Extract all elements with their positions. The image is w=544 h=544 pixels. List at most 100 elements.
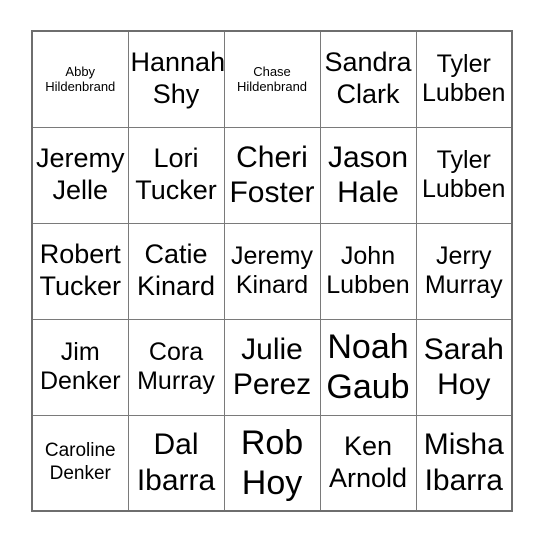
bingo-cell[interactable]: Ken Arnold: [319, 414, 417, 512]
bingo-grid: Abby Hildenbrand Hannah Shy Chase Hildenbrand…: [31, 30, 513, 512]
bingo-cell-last-name: Clark: [336, 79, 400, 110]
bingo-cell[interactable]: Robert Tucker: [31, 222, 129, 320]
bingo-cell-first-name: Robert: [39, 239, 121, 270]
bingo-cell-last-name: Foster: [229, 176, 315, 209]
bingo-cell-first-name: Jerry: [435, 241, 492, 270]
bingo-cell[interactable]: Abby Hildenbrand: [31, 30, 129, 128]
bingo-cell-last-name: Lubben: [326, 271, 410, 299]
bingo-cell-first-name: John: [340, 241, 396, 270]
bingo-cell[interactable]: Jason Hale: [319, 126, 417, 224]
bingo-cell-last-name: Murray: [137, 367, 215, 395]
bingo-cell[interactable]: Jerry Murray: [415, 222, 513, 320]
bingo-cell-first-name: Tyler: [436, 49, 491, 78]
bingo-cell-name: Cora Murray: [131, 338, 222, 397]
bingo-cell-name: Robert Tucker: [35, 239, 126, 303]
bingo-grid-body: Abby Hildenbrand Hannah Shy Chase Hildenbrand…: [31, 30, 513, 512]
bingo-cell-name: Noah Gaub: [323, 327, 414, 407]
bingo-cell[interactable]: John Lubben: [319, 222, 417, 320]
bingo-cell[interactable]: Cora Murray: [127, 318, 225, 416]
bingo-cell-last-name: Denker: [39, 367, 121, 395]
bingo-cell-last-name: Perez: [232, 368, 312, 401]
bingo-cell-name: Jim Denker: [35, 338, 126, 397]
bingo-cell-first-name: Sarah: [423, 332, 504, 366]
bingo-cell-first-name: Noah: [327, 327, 409, 366]
bingo-cell-last-name: Arnold: [328, 462, 408, 493]
bingo-cell[interactable]: Sarah Hoy: [415, 318, 513, 416]
bingo-cell[interactable]: Lori Tucker: [127, 126, 225, 224]
bingo-cell-last-name: Gaub: [326, 368, 410, 406]
bingo-row: Jeremy Jelle Lori Tucker Cheri Foster Jason Hal…: [31, 126, 513, 224]
bingo-cell-first-name: Jeremy: [231, 241, 313, 270]
bingo-cell-name: Julie Perez: [227, 332, 318, 403]
bingo-cell[interactable]: Chase Hildenbrand: [223, 30, 321, 128]
bingo-cell[interactable]: Jeremy Jelle: [31, 126, 129, 224]
bingo-cell-last-name: Jelle: [52, 175, 109, 205]
bingo-cell[interactable]: Hannah Shy: [127, 30, 225, 128]
bingo-cell-name: Jeremy Jelle: [35, 143, 126, 207]
bingo-cell-first-name: Jim: [60, 337, 100, 366]
bingo-cell-name: Abby Hildenbrand: [35, 64, 126, 95]
bingo-row: Abby Hildenbrand Hannah Shy Chase Hildenbrand…: [31, 30, 513, 128]
bingo-cell-last-name: Lubben: [422, 79, 506, 108]
bingo-cell[interactable]: Dal Ibarra: [127, 414, 225, 512]
bingo-cell-name: Jeremy Kinard: [227, 242, 318, 301]
bingo-cell-name: Tyler Lubben: [419, 146, 510, 205]
bingo-cell-last-name: Shy: [152, 79, 200, 110]
bingo-cell[interactable]: Tyler Lubben: [415, 30, 513, 128]
bingo-row: Robert Tucker Catie Kinard Jeremy Kinard John L…: [31, 222, 513, 320]
bingo-cell-name: Catie Kinard: [131, 239, 222, 303]
bingo-cell-first-name: Rob: [240, 423, 304, 462]
bingo-cell-name: Sandra Clark: [323, 47, 414, 111]
bingo-cell[interactable]: Caroline Denker: [31, 414, 129, 512]
bingo-cell-name: Sarah Hoy: [419, 332, 510, 403]
bingo-cell[interactable]: Tyler Lubben: [415, 126, 513, 224]
bingo-card: Abby Hildenbrand Hannah Shy Chase Hildenbrand…: [31, 30, 513, 512]
bingo-cell-name: Hannah Shy: [130, 47, 224, 111]
bingo-cell-name: Lori Tucker: [131, 143, 222, 207]
bingo-row: Jim Denker Cora Murray Julie Perez Noah Gaub Sar…: [31, 318, 513, 416]
bingo-cell-name: Jason Hale: [323, 140, 414, 211]
bingo-cell-first-name: Cora: [148, 337, 204, 366]
bingo-cell[interactable]: Cheri Foster: [223, 126, 321, 224]
bingo-cell[interactable]: Rob Hoy: [223, 414, 321, 512]
bingo-cell-last-name: Tucker: [39, 271, 121, 301]
bingo-cell-last-name: Murray: [424, 271, 503, 299]
bingo-cell-last-name: Hoy: [241, 463, 303, 502]
bingo-cell-first-name: Julie: [241, 332, 303, 366]
bingo-cell-first-name: Hannah: [130, 47, 224, 78]
bingo-cell-last-name: Denker: [49, 462, 111, 484]
bingo-cell-first-name: Catie: [144, 239, 208, 270]
bingo-cell[interactable]: Noah Gaub: [319, 318, 417, 416]
bingo-cell-first-name: Jason: [327, 140, 409, 174]
bingo-cell-name: Ken Arnold: [323, 431, 414, 495]
bingo-cell-name: Dal Ibarra: [131, 427, 222, 498]
bingo-cell-first-name: Tyler: [436, 145, 491, 174]
bingo-cell-first-name: Jeremy: [35, 143, 125, 174]
bingo-cell-name: Jerry Murray: [419, 242, 510, 301]
bingo-cell-last-name: Ibarra: [136, 463, 216, 497]
bingo-cell-first-name: Abby: [65, 63, 96, 79]
bingo-cell-name: Caroline Denker: [35, 440, 126, 485]
bingo-cell-first-name: Misha: [423, 428, 504, 462]
bingo-cell-last-name: Hildenbrand: [236, 79, 308, 95]
bingo-cell-name: Misha Ibarra: [419, 427, 510, 498]
bingo-cell-last-name: Hoy: [437, 368, 491, 401]
bingo-cell[interactable]: Sandra Clark: [319, 30, 417, 128]
bingo-cell[interactable]: Catie Kinard: [127, 222, 225, 320]
bingo-row: Caroline Denker Dal Ibarra Rob Hoy Ken Arnold Mi…: [31, 414, 513, 512]
bingo-cell-name: Tyler Lubben: [419, 50, 510, 109]
bingo-cell-last-name: Lubben: [422, 175, 506, 203]
bingo-cell-first-name: Sandra: [324, 47, 412, 78]
bingo-cell-name: Cheri Foster: [227, 140, 318, 211]
bingo-cell-last-name: Hildenbrand: [45, 79, 116, 95]
bingo-cell-first-name: Dal: [153, 428, 199, 462]
bingo-cell-name: Rob Hoy: [227, 423, 318, 503]
bingo-cell[interactable]: Julie Perez: [223, 318, 321, 416]
bingo-cell-name: John Lubben: [323, 242, 414, 301]
bingo-cell[interactable]: Jeremy Kinard: [223, 222, 321, 320]
bingo-cell-first-name: Caroline: [44, 440, 116, 462]
bingo-cell[interactable]: Misha Ibarra: [415, 414, 513, 512]
bingo-cell-first-name: Lori: [153, 143, 199, 174]
bingo-cell-last-name: Ibarra: [424, 463, 503, 497]
bingo-cell[interactable]: Jim Denker: [31, 318, 129, 416]
